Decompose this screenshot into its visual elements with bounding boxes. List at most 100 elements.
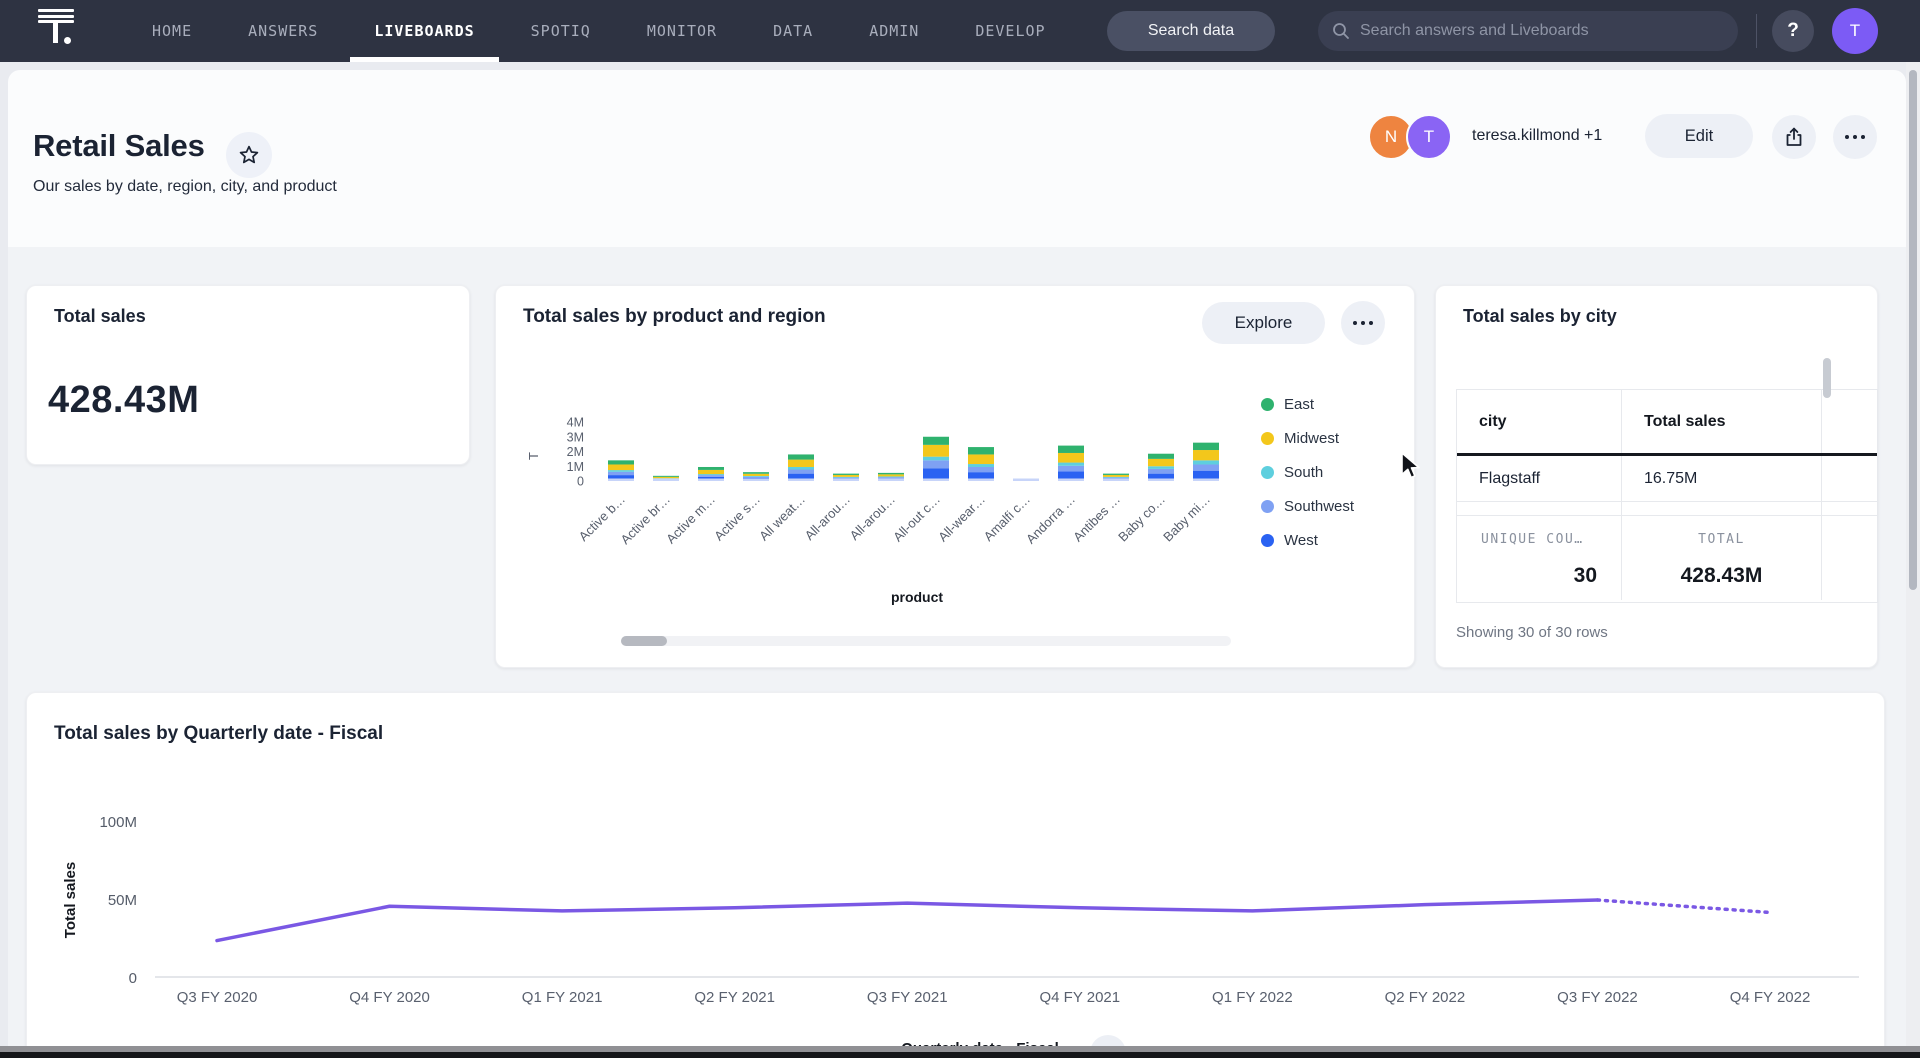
nav-item-answers[interactable]: ANSWERS — [224, 0, 342, 62]
table-summary-row: UNIQUE COU… 30 TOTAL 428.43M — [1457, 516, 1877, 600]
search-data-button[interactable]: Search data — [1107, 11, 1275, 51]
svg-text:Active m…: Active m… — [663, 492, 718, 547]
card-total-sales-by-city: Total sales by city cityTotal salesFlags… — [1435, 285, 1878, 668]
legend-dot — [1261, 466, 1274, 479]
nav-item-liveboards[interactable]: LIVEBOARDS — [350, 0, 498, 62]
summary-value: 428.43M — [1622, 564, 1821, 588]
legend-item-midwest[interactable]: Midwest — [1261, 427, 1354, 449]
svg-text:50M: 50M — [108, 892, 137, 909]
collaborator-avatars: NT — [1368, 114, 1454, 160]
nav-item-develop[interactable]: DEVELOP — [951, 0, 1069, 62]
logo-bar — [38, 15, 74, 18]
svg-text:Q2 FY 2021: Q2 FY 2021 — [694, 989, 775, 1006]
svg-text:Active s…: Active s… — [711, 492, 763, 544]
table-cell — [1622, 502, 1822, 515]
legend-item-southwest[interactable]: Southwest — [1261, 495, 1354, 517]
nav-item-monitor[interactable]: MONITOR — [623, 0, 741, 62]
collaborator-avatar[interactable]: T — [1406, 114, 1452, 160]
page-subtitle: Our sales by date, region, city, and pro… — [33, 178, 337, 196]
card-title: Total sales — [54, 306, 146, 327]
legend-item-south[interactable]: South — [1261, 461, 1354, 483]
table-cell-city: Flagstaff — [1457, 456, 1622, 501]
table-row-partial — [1457, 502, 1877, 516]
column-header-city[interactable]: city — [1457, 390, 1622, 453]
table-cell — [1822, 502, 1877, 515]
more-dots-icon — [1845, 135, 1865, 139]
column-header-gutter — [1822, 390, 1877, 453]
nav-item-home[interactable]: HOME — [128, 0, 216, 62]
legend-label: South — [1284, 464, 1323, 481]
scrollbar-thumb[interactable] — [621, 636, 667, 646]
legend-label: East — [1284, 396, 1314, 413]
table-row[interactable]: Flagstaff16.75M — [1457, 456, 1877, 502]
summary-label: TOTAL — [1622, 532, 1821, 547]
explore-button[interactable]: Explore — [1202, 302, 1325, 344]
svg-text:Q2 FY 2022: Q2 FY 2022 — [1385, 989, 1466, 1006]
table-cell-total-sales: 16.75M — [1622, 456, 1822, 501]
search-icon — [1332, 22, 1350, 40]
liveboard-panel: Retail Sales Our sales by date, region, … — [8, 70, 1906, 1058]
nav-item-label: DEVELOP — [975, 22, 1045, 40]
legend-label: West — [1284, 532, 1318, 549]
nav-item-label: ANSWERS — [248, 22, 318, 40]
legend-item-west[interactable]: West — [1261, 529, 1354, 551]
share-button[interactable] — [1772, 115, 1816, 159]
svg-text:All-wear…: All-wear… — [935, 492, 988, 545]
chart-legend: East Midwest South Southwest West — [1261, 393, 1354, 551]
svg-text:0: 0 — [129, 970, 137, 987]
line-chart[interactable]: 050M100MTotal salesQ3 FY 2020Q4 FY 2020Q… — [27, 788, 1886, 1033]
nav-item-label: LIVEBOARDS — [374, 22, 474, 40]
user-avatar[interactable]: T — [1832, 8, 1878, 54]
svg-text:100M: 100M — [99, 814, 137, 831]
app-window: HOME ANSWERS LIVEBOARDS SPOTIQ MONITOR DATA AD… — [0, 0, 1920, 1058]
svg-text:T: T — [526, 452, 541, 460]
summary-value: 30 — [1574, 564, 1597, 588]
global-search — [1318, 11, 1738, 51]
svg-text:Total sales: Total sales — [62, 862, 79, 938]
owner-label: teresa.killmond +1 — [1472, 127, 1602, 145]
summary-gutter — [1822, 516, 1877, 600]
nav-item-label: HOME — [152, 22, 192, 40]
bar-xaxis-title: product — [496, 589, 1338, 605]
bottom-edge-shadow — [0, 1052, 1920, 1058]
page-scrollbar[interactable] — [1906, 62, 1920, 1046]
column-header-total-sales[interactable]: Total sales — [1622, 390, 1822, 453]
legend-dot — [1261, 500, 1274, 513]
svg-text:Q4 FY 2021: Q4 FY 2021 — [1039, 989, 1120, 1006]
nav-item-label: MONITOR — [647, 22, 717, 40]
summary-cell: TOTAL 428.43M — [1622, 516, 1822, 600]
nav-item-admin[interactable]: ADMIN — [845, 0, 943, 62]
legend-item-east[interactable]: East — [1261, 393, 1354, 415]
kpi-value: 428.43M — [48, 379, 199, 422]
logo-bar — [38, 9, 74, 12]
help-button[interactable]: ? — [1772, 10, 1814, 52]
page-scrollbar-thumb[interactable] — [1909, 70, 1917, 590]
thoughtspot-logo-icon[interactable] — [38, 9, 78, 55]
global-search-input[interactable] — [1360, 22, 1724, 40]
nav-item-data[interactable]: DATA — [749, 0, 837, 62]
nav-item-spotiq[interactable]: SPOTIQ — [507, 0, 615, 62]
summary-cell: UNIQUE COU… 30 — [1457, 516, 1622, 600]
active-tab-underline — [350, 57, 498, 62]
nav-item-label: DATA — [773, 22, 813, 40]
nav-divider — [1756, 14, 1757, 48]
edit-button[interactable]: Edit — [1645, 114, 1753, 158]
card-title: Total sales by city — [1463, 306, 1617, 327]
table-header-row: cityTotal sales — [1457, 390, 1877, 456]
chart-horizontal-scrollbar[interactable] — [621, 636, 1231, 646]
top-nav: HOME ANSWERS LIVEBOARDS SPOTIQ MONITOR DATA AD… — [0, 0, 1920, 62]
table-row-count: Showing 30 of 30 rows — [1456, 624, 1608, 641]
summary-label: UNIQUE COU… — [1481, 532, 1584, 547]
svg-text:4M: 4M — [567, 416, 584, 430]
table-scrollbar-thumb[interactable] — [1823, 358, 1831, 398]
more-options-button[interactable] — [1833, 115, 1877, 159]
svg-text:Q3 FY 2021: Q3 FY 2021 — [867, 989, 948, 1006]
table-cell-gutter — [1822, 456, 1877, 501]
svg-text:Baby co…: Baby co… — [1115, 492, 1168, 545]
card-more-options-button[interactable] — [1341, 301, 1385, 345]
favorite-button[interactable] — [226, 132, 272, 178]
page-title: Retail Sales — [33, 128, 205, 164]
svg-text:Antibes …: Antibes … — [1070, 492, 1123, 545]
svg-text:Baby mi…: Baby mi… — [1160, 492, 1213, 545]
svg-text:All-out c…: All-out c… — [890, 492, 943, 545]
